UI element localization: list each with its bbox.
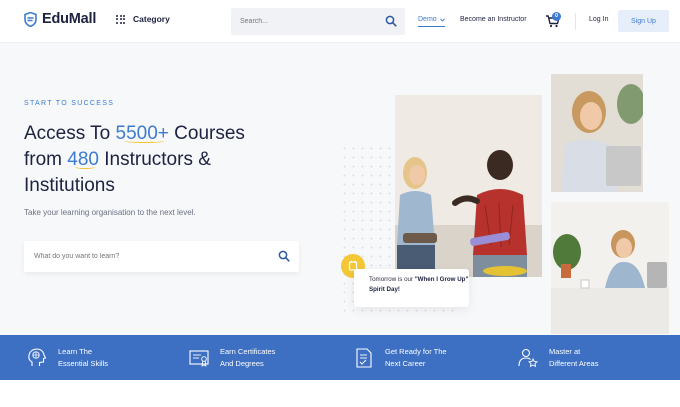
logo[interactable]: EduMall bbox=[24, 11, 96, 27]
nav-demo[interactable]: Demo bbox=[418, 16, 445, 27]
site-header: EduMall Category Demo Become an Instruct… bbox=[0, 0, 680, 43]
header-search-input[interactable] bbox=[240, 13, 380, 30]
category-label: Category bbox=[133, 14, 170, 24]
grid-menu-icon bbox=[116, 14, 125, 24]
girl-studying-illustration bbox=[551, 202, 669, 334]
logo-text: EduMall bbox=[42, 11, 97, 27]
nav-demo-label: Demo bbox=[418, 16, 437, 23]
category-menu[interactable]: Category bbox=[116, 14, 170, 24]
career-checklist-icon bbox=[356, 347, 372, 368]
announcement-toast: Tomorrow is our "When I Grow Up" Spirit … bbox=[354, 269, 469, 307]
star-user-icon bbox=[518, 348, 539, 367]
headline-line2-a: from bbox=[24, 149, 68, 170]
hero-search bbox=[24, 241, 299, 272]
hero-photo-discussion bbox=[395, 95, 542, 277]
feature-4-line1: Master at bbox=[549, 346, 581, 356]
hero-photo-girl-studying bbox=[551, 202, 669, 334]
feature-essential-skills[interactable]: Learn The Essential Skills bbox=[26, 335, 108, 380]
signup-button[interactable]: Sign Up bbox=[618, 10, 669, 32]
headline-line1-a: Access To bbox=[24, 123, 116, 144]
toast-prefix: Tomorrow is our bbox=[369, 276, 415, 283]
certificate-icon bbox=[189, 349, 209, 367]
headline-line2-b: Instructors & bbox=[98, 149, 211, 170]
feature-1-line1: Learn The bbox=[58, 346, 93, 356]
chevron-down-icon bbox=[439, 17, 445, 22]
hero-photo-woman-laptop bbox=[551, 74, 643, 192]
feature-different-areas[interactable]: Master at Different Areas bbox=[517, 335, 598, 380]
cart-count-badge: 0 bbox=[552, 12, 561, 21]
shield-logo-icon bbox=[24, 11, 37, 27]
brain-head-icon bbox=[28, 347, 47, 366]
hero-eyebrow: START TO SUCCESS bbox=[24, 100, 115, 107]
search-icon[interactable] bbox=[385, 15, 397, 27]
feature-3-line1: Get Ready for The bbox=[385, 346, 447, 356]
hero-search-input[interactable] bbox=[34, 248, 264, 265]
header-divider bbox=[575, 13, 576, 30]
search-icon[interactable] bbox=[278, 250, 290, 262]
header-search bbox=[231, 8, 405, 35]
feature-next-career[interactable]: Get Ready for The Next Career bbox=[353, 335, 447, 380]
hero-section: START TO SUCCESS Access To 5500+ Courses… bbox=[0, 44, 680, 334]
feature-2-line1: Earn Certificates bbox=[220, 346, 276, 356]
page-bottom-strip bbox=[0, 380, 680, 407]
feature-certificates[interactable]: Earn Certificates And Degrees bbox=[188, 335, 275, 380]
feature-3-line2: Next Career bbox=[385, 358, 426, 368]
headline-line1-b: Courses bbox=[168, 123, 245, 144]
login-link[interactable]: Log In bbox=[589, 16, 608, 23]
feature-2-line2: And Degrees bbox=[220, 358, 264, 368]
discussion-illustration bbox=[395, 95, 542, 277]
feature-1-line2: Essential Skills bbox=[58, 358, 109, 368]
headline-line3: Institutions bbox=[24, 175, 115, 196]
courses-count-highlight: 5500+ bbox=[115, 123, 169, 144]
feature-4-line2: Different Areas bbox=[549, 358, 599, 368]
hero-headline: Access To 5500+ Courses from 480 Instruc… bbox=[24, 121, 324, 199]
woman-laptop-illustration bbox=[551, 74, 643, 192]
instructors-count-highlight: 480 bbox=[67, 149, 99, 170]
features-bar: Learn The Essential Skills Earn Certific… bbox=[0, 335, 680, 380]
nav-become-instructor[interactable]: Become an Instructor bbox=[460, 16, 527, 23]
hero-tagline: Take your learning organisation to the n… bbox=[24, 208, 196, 217]
